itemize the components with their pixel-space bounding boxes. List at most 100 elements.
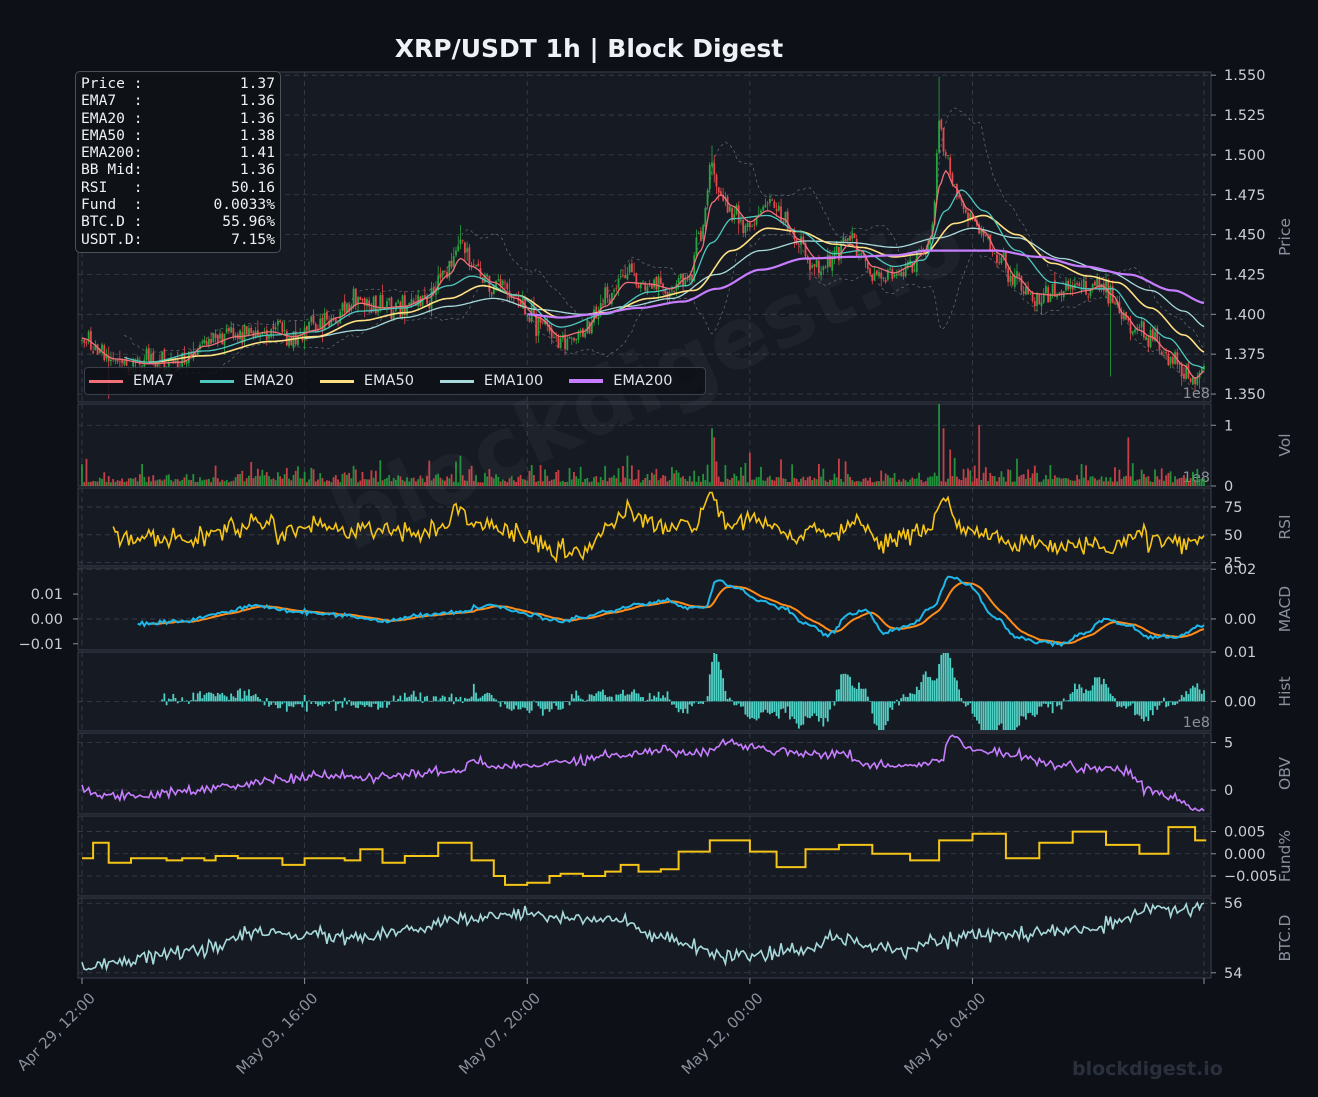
volume-bar <box>671 467 673 486</box>
candle-body <box>581 328 584 337</box>
volume-bar <box>891 477 894 486</box>
volume-bar <box>263 475 266 486</box>
hist-bar <box>179 701 181 702</box>
hist-bar <box>882 701 885 731</box>
volume-bar <box>96 481 99 486</box>
volume-bar <box>412 477 415 486</box>
hist-bar <box>927 677 929 702</box>
hist-bar <box>294 701 297 705</box>
hist-bar <box>922 674 925 702</box>
volume-bar <box>886 475 889 486</box>
volume-bar <box>699 481 702 486</box>
candle-body <box>361 299 364 301</box>
candle-body <box>321 317 324 331</box>
hist-bar <box>423 696 426 702</box>
volume-bar <box>590 481 593 486</box>
y-tick-label: 1.525 <box>1224 108 1266 124</box>
volume-bar <box>726 478 729 486</box>
candle-body <box>553 337 555 338</box>
candle-body <box>673 290 676 292</box>
candle-body <box>815 259 818 268</box>
volume-bar <box>927 477 929 486</box>
volume-bar <box>786 482 789 486</box>
volume-bar <box>717 476 720 486</box>
hist-bar <box>898 701 900 706</box>
volume-bar <box>346 474 348 486</box>
y-axis-label: RSI <box>1276 514 1294 539</box>
hist-bar <box>172 693 175 702</box>
hist-bar <box>539 701 542 709</box>
volume-bar <box>817 463 820 486</box>
volume-bar <box>679 477 682 486</box>
info-label: EMA7 : <box>81 92 143 110</box>
volume-bar <box>804 480 807 486</box>
volume-bar <box>907 482 909 486</box>
hist-bar <box>628 694 631 702</box>
candle-body <box>1033 301 1036 307</box>
hist-bar <box>521 701 524 708</box>
volume-bar <box>748 452 751 486</box>
volume-bar <box>651 472 653 486</box>
volume-bar <box>136 481 139 486</box>
candle-body <box>606 286 609 299</box>
candle-body <box>477 263 480 267</box>
candle-body <box>472 264 475 266</box>
volume-bar <box>630 465 633 486</box>
hist-bar <box>330 701 333 702</box>
volume-bar <box>555 471 558 486</box>
hist-bar <box>708 674 711 702</box>
candle-body <box>1196 378 1199 385</box>
volume-bar <box>777 477 780 486</box>
hist-bar <box>804 701 807 717</box>
hist-bar <box>439 698 442 702</box>
volume-bar <box>225 479 228 486</box>
candle-body <box>468 247 471 265</box>
candle-body <box>949 157 952 175</box>
volume-bar <box>1145 477 1148 486</box>
candle-body <box>1051 284 1054 295</box>
volume-bar <box>214 465 217 486</box>
volume-bar <box>1042 479 1045 486</box>
candle-body <box>118 361 121 363</box>
candle-body <box>1076 283 1079 285</box>
hist-bar <box>1191 685 1194 702</box>
hist-bar <box>793 701 796 719</box>
volume-bar <box>931 476 934 486</box>
info-row: USDT.D: 7.15% <box>81 231 275 248</box>
hist-bar <box>570 694 573 702</box>
hist-bar <box>1047 701 1050 708</box>
y-axis-label: OBV <box>1276 757 1294 790</box>
volume-bar <box>205 479 208 486</box>
volume-bar <box>199 477 201 486</box>
hist-bar <box>519 701 522 710</box>
volume-bar <box>363 479 366 486</box>
volume-bar <box>971 481 974 486</box>
volume-bar <box>1116 481 1119 486</box>
volume-bar <box>958 479 961 486</box>
volume-bar <box>653 474 656 486</box>
hist-bar <box>254 693 257 702</box>
volume-bar <box>546 475 549 486</box>
candle-body <box>655 277 658 290</box>
candle-body <box>642 281 644 283</box>
hist-bar <box>855 688 858 702</box>
footer-brand: blockdigest.io <box>1072 1058 1223 1080</box>
y-tick-label: 0.00 <box>1224 694 1256 710</box>
hist-bar <box>241 698 244 702</box>
hist-bar <box>831 701 834 702</box>
volume-bar <box>967 468 969 486</box>
hist-bar <box>470 696 473 702</box>
volume-bar <box>1107 481 1110 486</box>
x-tick-label: Apr 29, 12:00 <box>14 989 99 1074</box>
volume-bar <box>1029 477 1032 486</box>
hist-bar <box>766 701 769 713</box>
volume-bar <box>245 478 248 486</box>
volume-bar <box>1147 476 1150 486</box>
candle-body <box>110 359 112 362</box>
hist-bar <box>849 676 851 702</box>
hist-bar <box>860 688 863 702</box>
candle-body <box>232 327 235 337</box>
volume-bar <box>281 478 284 486</box>
volume-bar <box>1138 479 1141 486</box>
candle-body <box>325 311 328 320</box>
